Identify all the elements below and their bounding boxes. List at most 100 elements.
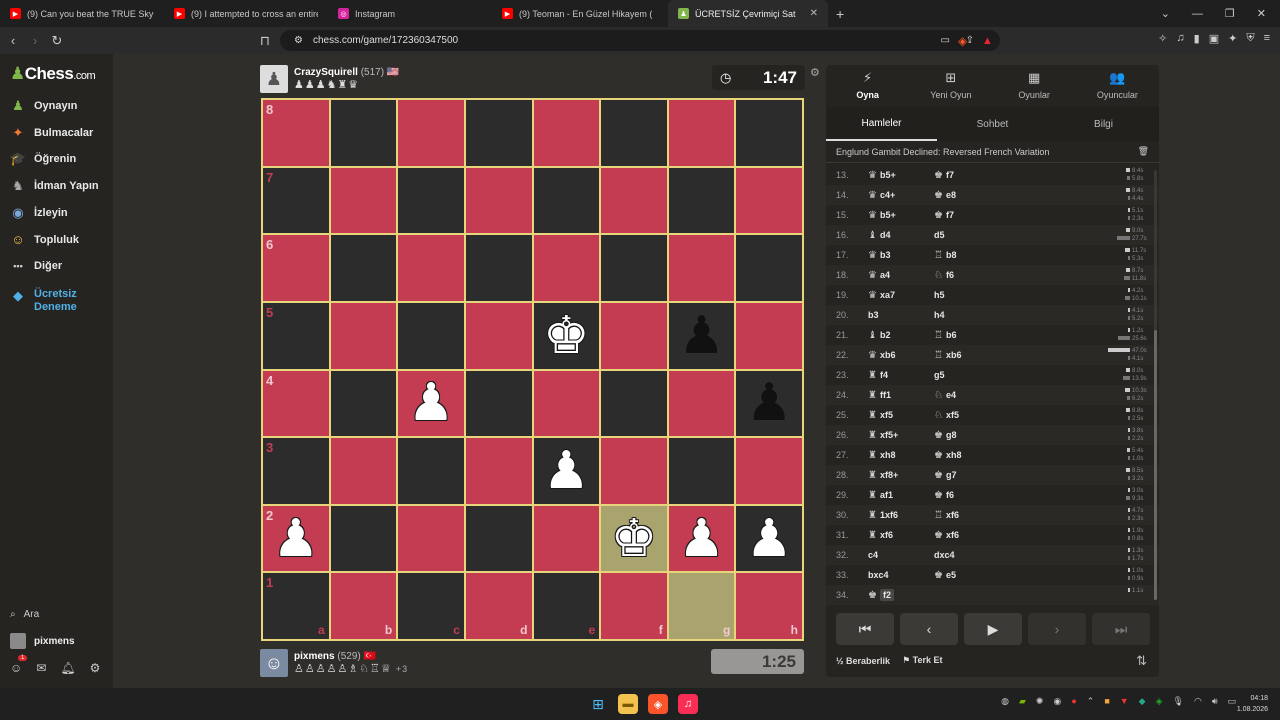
subtab-2[interactable]: Bilgi (1048, 107, 1159, 141)
square-a7[interactable]: 7 (262, 166, 330, 235)
square-e4[interactable] (532, 369, 601, 438)
tray-vpn-icon[interactable]: ▼ (1120, 696, 1129, 707)
tray-chrome-icon[interactable]: ◍ (1001, 696, 1009, 707)
chess-logo[interactable]: ♟Chess.com (10, 64, 96, 84)
sidebar-item-topluluk[interactable]: ☺ Topluluk (10, 232, 79, 248)
square-d4[interactable] (464, 369, 533, 438)
white-king-piece[interactable]: ♚ (611, 513, 658, 565)
rewards-icon[interactable]: ▲ (982, 35, 993, 47)
square-a6[interactable]: 6 (262, 234, 330, 302)
square-g7[interactable] (667, 166, 736, 235)
square-h1[interactable]: h (735, 572, 803, 640)
square-d8[interactable] (464, 99, 533, 167)
black-move[interactable]: dxc4 (934, 550, 1000, 560)
file-explorer-icon[interactable]: ▬ (618, 694, 638, 714)
square-b8[interactable] (329, 99, 398, 167)
square-c6[interactable] (397, 234, 465, 302)
white-move[interactable]: ♛ b3 (868, 250, 934, 261)
browser-tab-1[interactable]: ▶ (9) I attempted to cross an entire cou (164, 0, 328, 27)
black-move[interactable]: ♖ b6 (934, 330, 1000, 341)
browser-tab-0[interactable]: ▶ (9) Can you beat the TRUE Skyblock? (0, 0, 164, 27)
draw-button[interactable]: ½ Beraberlik (836, 656, 890, 666)
sidebar-item-öğrenin[interactable]: 🎓 Öğrenin (10, 151, 76, 167)
panel-tab-0[interactable]: ⚡ Oyna (826, 65, 909, 105)
black-move[interactable]: g5 (934, 370, 1000, 380)
restore-button[interactable]: ❐ (1225, 7, 1235, 20)
square-g6[interactable] (667, 234, 736, 302)
white-move[interactable]: ♜ 1xf6 (868, 510, 934, 521)
url-field[interactable]: ⚙ chess.com/game/172360347500 ▭ ⇪ (280, 30, 1000, 51)
play-button[interactable]: ▶ (964, 613, 1022, 645)
tray-record-icon[interactable]: ● (1071, 696, 1076, 707)
white-pawn-piece[interactable]: ♟ (273, 513, 320, 565)
extensions-icon[interactable]: ✧ (1158, 32, 1167, 45)
scrollbar-thumb[interactable] (1154, 330, 1157, 600)
brave-shield-icon[interactable]: ◈ (958, 34, 967, 48)
tab-search-icon[interactable]: ⌄ (1161, 7, 1170, 20)
friends-icon[interactable]: ☺ 1 (10, 655, 28, 675)
tray-battery-icon[interactable]: ▭ (1227, 696, 1236, 707)
square-h4[interactable]: ♟ (735, 369, 803, 438)
menu-icon[interactable]: ≡ (1264, 32, 1270, 45)
square-f6[interactable] (600, 234, 668, 302)
white-move[interactable]: ♛ xa7 (868, 290, 934, 301)
sidebar-item-i̇dman yapın[interactable]: ♞ İdman Yapın (10, 178, 98, 194)
square-d7[interactable] (464, 166, 533, 235)
tray-wifi-icon[interactable]: ◠ (1194, 696, 1202, 707)
white-pawn-piece[interactable]: ♟ (678, 513, 725, 565)
square-a5[interactable]: 5 (262, 301, 330, 370)
black-move[interactable]: ♚ f6 (934, 490, 1000, 501)
white-move[interactable]: ♜ ff1 (868, 390, 934, 401)
white-move[interactable]: c4 (868, 550, 934, 560)
square-e1[interactable]: e (532, 572, 601, 640)
tray-volume-icon[interactable]: 🔊︎ (1212, 696, 1218, 707)
trash-icon[interactable]: 🗑︎ (1138, 146, 1149, 157)
tray-steam-icon[interactable]: ◉ (1053, 696, 1061, 707)
square-h2[interactable]: ♟ (735, 504, 803, 573)
square-f1[interactable]: f (600, 572, 668, 640)
square-g2[interactable]: ♟ (667, 504, 736, 573)
bottom-player-avatar[interactable]: ☺ (260, 649, 288, 677)
square-g4[interactable] (667, 369, 736, 438)
black-move[interactable]: ♚ f7 (934, 210, 1000, 221)
tray-mic-icon[interactable]: 🎙︎ (1173, 696, 1184, 707)
black-move[interactable]: h5 (934, 290, 1000, 300)
square-b3[interactable] (329, 437, 398, 505)
square-e8[interactable] (532, 99, 601, 167)
square-e6[interactable] (532, 234, 601, 302)
square-e3[interactable]: ♟ (532, 437, 601, 505)
white-move[interactable]: ♜ af1 (868, 490, 934, 501)
move-list-scrollbar[interactable] (1154, 170, 1157, 600)
top-player-name[interactable]: CrazySquirell (294, 67, 358, 78)
square-d1[interactable]: d (464, 572, 533, 640)
square-h3[interactable] (735, 437, 803, 505)
top-player-avatar[interactable]: ♟ (260, 65, 288, 93)
tray-shield-icon[interactable]: ◆ (1139, 696, 1146, 707)
black-move[interactable]: ♘ xf5 (934, 410, 1000, 421)
search-link[interactable]: ⌕ Ara (10, 609, 39, 620)
first-move-button[interactable]: ⏮ (836, 613, 894, 645)
bell-icon[interactable]: 🔔︎ (60, 661, 75, 675)
close-tab-icon[interactable]: ✕ (810, 8, 818, 19)
square-d2[interactable] (464, 504, 533, 573)
square-d5[interactable] (464, 301, 533, 370)
square-f8[interactable] (600, 99, 668, 167)
panel-tab-3[interactable]: 👥 Oyuncular (1076, 65, 1159, 105)
clock-datetime[interactable]: 04:18 1.08.2026 (1237, 693, 1268, 715)
browser-tab-2[interactable]: ◎ Instagram (328, 0, 492, 27)
sidebar-item-oynayın[interactable]: ♟ Oynayın (10, 98, 77, 114)
square-a2[interactable]: 2 ♟ (262, 504, 330, 573)
black-move[interactable]: ♚ f7 (934, 170, 1000, 181)
black-move[interactable]: ♘ f6 (934, 270, 1000, 281)
square-e7[interactable] (532, 166, 601, 235)
square-a4[interactable]: 4 (262, 369, 330, 438)
square-c8[interactable] (397, 99, 465, 167)
white-pawn-piece[interactable]: ♟ (543, 445, 590, 497)
square-h8[interactable] (735, 99, 803, 167)
brave-browser-icon[interactable]: ◈ (648, 694, 668, 714)
wallet-icon[interactable]: ▣ (1209, 32, 1219, 45)
next-move-button[interactable]: › (1028, 613, 1086, 645)
panel-tab-2[interactable]: ▦ Oyunlar (993, 65, 1076, 105)
square-b6[interactable] (329, 234, 398, 302)
square-g3[interactable] (667, 437, 736, 505)
